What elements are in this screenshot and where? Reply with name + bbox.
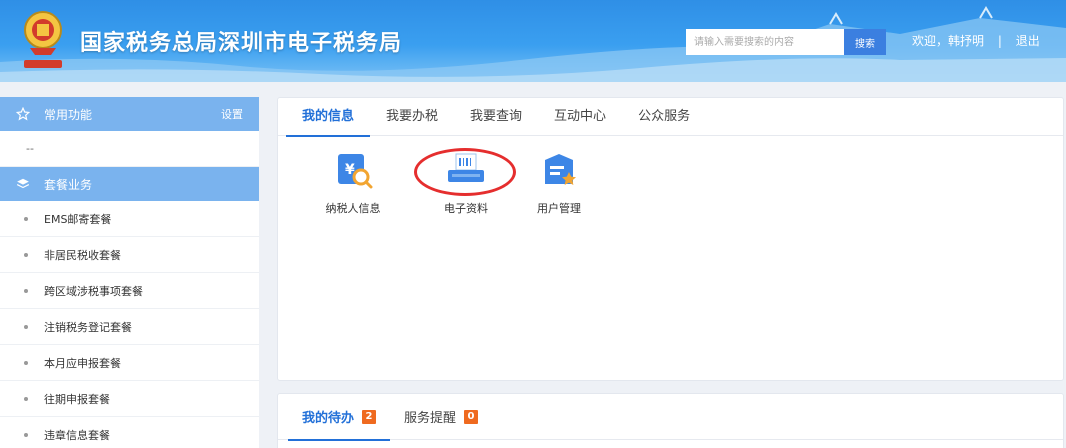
app-electronic-documents[interactable]: 电子资料 xyxy=(421,150,511,216)
sidebar: 常用功能 设置 -- 套餐业务 EMS邮寄套餐 非居民税收套餐 跨区域涉税事项套… xyxy=(0,97,259,448)
todo-panel: 我的待办 2 服务提醒 0 xyxy=(277,393,1064,448)
tab-public-service[interactable]: 公众服务 xyxy=(638,98,690,136)
sidebar-item-label: 跨区域涉税事项套餐 xyxy=(44,284,143,298)
user-management-icon xyxy=(545,154,576,185)
sidebar-item-past-declaration[interactable]: 往期申报套餐 xyxy=(0,381,259,417)
bullet-icon xyxy=(24,396,28,401)
sidebar-section-favorites[interactable]: 常用功能 设置 xyxy=(0,97,259,131)
sidebar-item-label: EMS邮寄套餐 xyxy=(44,212,112,226)
main-tabs: 我的信息 我要办税 我要查询 互动中心 公众服务 xyxy=(278,98,1063,137)
todo-count-badge: 2 xyxy=(362,409,377,424)
header-bar: 国家税务总局深圳市电子税务局 搜索 欢迎，韩抒明 | 退出 xyxy=(0,0,1066,82)
app-label: 用户管理 xyxy=(537,202,581,215)
tab-my-info[interactable]: 我的信息 xyxy=(285,98,371,137)
app-grid: ¥ 纳税人信息 电子资料 用户管理 xyxy=(278,148,1063,228)
todo-tabs: 我的待办 2 服务提醒 0 xyxy=(278,394,1063,441)
tab-handle-tax[interactable]: 我要办税 xyxy=(386,98,438,136)
logout-link[interactable]: 退出 xyxy=(1016,34,1040,48)
app-label: 电子资料 xyxy=(444,202,488,215)
welcome-text: 欢迎，韩抒明 xyxy=(912,34,985,48)
search-input[interactable] xyxy=(686,29,844,55)
sidebar-item-ems[interactable]: EMS邮寄套餐 xyxy=(0,201,259,237)
app-taxpayer-info[interactable]: ¥ 纳税人信息 xyxy=(308,150,398,216)
welcome-separator: | xyxy=(997,34,1002,48)
sidebar-item-label: 往期申报套餐 xyxy=(44,392,110,406)
bullet-icon xyxy=(24,252,28,257)
sidebar-item-label: 本月应申报套餐 xyxy=(44,356,121,370)
bullet-icon xyxy=(24,216,28,221)
favorites-empty: -- xyxy=(0,131,259,167)
tab-service-reminder[interactable]: 服务提醒 0 xyxy=(404,394,479,440)
tab-my-todo[interactable]: 我的待办 2 xyxy=(287,394,391,441)
reminder-count-badge: 0 xyxy=(464,409,479,424)
star-icon xyxy=(16,107,30,121)
sidebar-section-label: 套餐业务 xyxy=(44,177,93,192)
package-list: EMS邮寄套餐 非居民税收套餐 跨区域涉税事项套餐 注销税务登记套餐 本月应申报… xyxy=(0,201,259,448)
tab-label: 服务提醒 xyxy=(404,411,457,426)
sidebar-item-label: 非居民税收套餐 xyxy=(44,248,121,262)
app-label: 纳税人信息 xyxy=(325,202,381,215)
electronic-document-icon xyxy=(448,153,484,182)
bullet-icon xyxy=(24,360,28,365)
bullet-icon xyxy=(24,432,28,437)
sidebar-section-label: 常用功能 xyxy=(44,107,93,122)
bullet-icon xyxy=(24,288,28,293)
sidebar-item-deregistration[interactable]: 注销税务登记套餐 xyxy=(0,309,259,345)
sidebar-item-label: 注销税务登记套餐 xyxy=(44,320,132,334)
sidebar-section-packages[interactable]: 套餐业务 xyxy=(0,167,259,201)
search-button[interactable]: 搜索 xyxy=(844,29,886,55)
user-welcome-area: 欢迎，韩抒明 | 退出 xyxy=(912,32,1040,49)
sidebar-item-monthly-declaration[interactable]: 本月应申报套餐 xyxy=(0,345,259,381)
taxpayer-info-icon: ¥ xyxy=(338,154,373,189)
tab-query[interactable]: 我要查询 xyxy=(470,98,522,136)
app-user-management[interactable]: 用户管理 xyxy=(514,150,604,216)
tab-label: 我的待办 xyxy=(302,411,355,426)
tax-emblem-icon xyxy=(24,11,62,68)
sidebar-item-violation[interactable]: 违章信息套餐 xyxy=(0,417,259,448)
tab-interaction[interactable]: 互动中心 xyxy=(554,98,606,136)
my-info-panel: 我的信息 我要办税 我要查询 互动中心 公众服务 ¥ 纳税人信息 电子资料 用户… xyxy=(277,97,1064,381)
bullet-icon xyxy=(24,324,28,329)
sidebar-item-cross-region[interactable]: 跨区域涉税事项套餐 xyxy=(0,273,259,309)
site-title: 国家税务总局深圳市电子税务局 xyxy=(80,31,403,56)
sidebar-item-label: 违章信息套餐 xyxy=(44,428,110,442)
layers-icon xyxy=(16,177,30,191)
settings-link[interactable]: 设置 xyxy=(221,106,243,122)
sidebar-item-nonresident[interactable]: 非居民税收套餐 xyxy=(0,237,259,273)
